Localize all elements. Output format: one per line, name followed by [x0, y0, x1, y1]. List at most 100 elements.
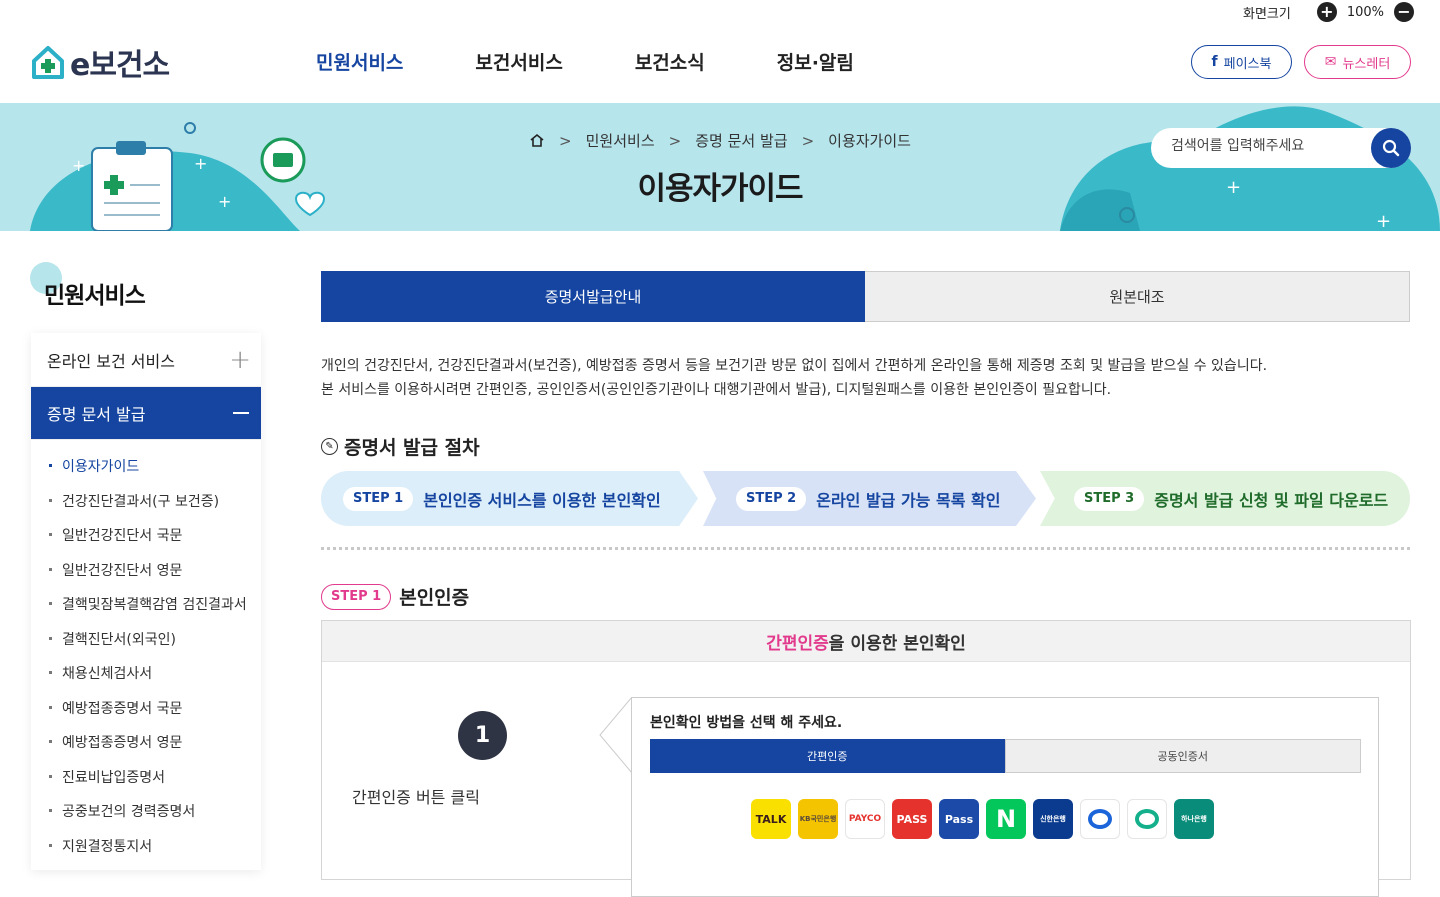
- auth-guide-box: 간편인증 을 이용한 본인확인 1 간편인증 버튼 클릭 본인확인 방법을 선택 …: [321, 620, 1411, 897]
- page-banner: + + + + + > 민원서비스 > 증명 문서 발급 > 이용자가이드 이용…: [0, 103, 1440, 231]
- breadcrumb-separator: >: [668, 131, 682, 150]
- svg-text:+: +: [1376, 211, 1391, 231]
- facebook-button[interactable]: f 페이스북: [1191, 45, 1292, 79]
- logo-text: e보건소: [70, 48, 170, 83]
- sidebar-group-certificates[interactable]: 증명 문서 발급: [31, 387, 261, 440]
- breadcrumb-separator: >: [801, 131, 815, 150]
- auth-guide-header: 간편인증 을 이용한 본인확인: [322, 621, 1410, 662]
- step-badge: STEP 1: [343, 486, 414, 511]
- step-badge: STEP 2: [736, 486, 807, 511]
- sidebar-item-label: 예방접종증명서 영문: [62, 735, 183, 751]
- panel-pointer: [599, 697, 633, 774]
- search-box: [1151, 128, 1411, 168]
- mail-icon: ✉: [1324, 54, 1337, 70]
- instruction-text: 간편인증 버튼 클릭: [352, 788, 480, 807]
- sidebar-title: 민원서비스: [44, 283, 146, 309]
- site-logo[interactable]: e보건소: [30, 40, 170, 84]
- sidebar-item[interactable]: 진료비납입증명서: [31, 767, 261, 802]
- intro-text: 개인의 건강진단서, 건강진단결과서(보건증), 예방접종 증명서 등을 보건기…: [321, 354, 1267, 402]
- page-title: 이용자가이드: [637, 171, 803, 207]
- nav-civil-service[interactable]: 민원서비스: [316, 48, 403, 75]
- sidebar-item[interactable]: 결핵진단서(외국인): [31, 629, 261, 664]
- zoom-value: 100%: [1346, 4, 1384, 20]
- facebook-icon: f: [1211, 54, 1218, 70]
- naver-icon[interactable]: N: [986, 799, 1026, 839]
- newsletter-button[interactable]: ✉ 뉴스레터: [1304, 45, 1411, 79]
- sidebar-item[interactable]: 일반건강진단서 국문: [31, 525, 261, 560]
- bullet-icon: [49, 464, 52, 467]
- auth-app-list: TALK KB국민은행 PAYCO PASS Pass N 신한은행 하나은행: [751, 799, 1214, 839]
- step-2: STEP 2 온라인 발급 가능 목록 확인: [703, 471, 1036, 526]
- sidebar-item[interactable]: 예방접종증명서 영문: [31, 732, 261, 767]
- sidebar-group-online-health[interactable]: 온라인 보건 서비스 +: [31, 333, 261, 387]
- tab-joint-cert[interactable]: 공동인증서: [1004, 739, 1361, 773]
- sidebar-item[interactable]: 공중보건의 경력증명서: [31, 801, 261, 836]
- sidebar-group-label: 증명 문서 발급: [47, 405, 146, 424]
- pass-icon[interactable]: PASS: [892, 799, 932, 839]
- bullet-icon: [49, 636, 52, 640]
- zoom-controls: 화면크기 + 100% −: [1243, 0, 1414, 24]
- divider: [321, 547, 1410, 550]
- procedure-steps: STEP 1 본인인증 서비스를 이용한 본인확인 STEP 2 온라인 발급 …: [321, 471, 1410, 526]
- sidebar-item-label: 건강진단결과서(구 보건증): [62, 493, 220, 510]
- panel-tabs: 간편인증 공동인증서: [650, 739, 1361, 773]
- home-icon[interactable]: [529, 133, 545, 148]
- step1-title: 본인인증: [399, 587, 470, 609]
- bullet-icon: [49, 843, 52, 847]
- green-app-icon[interactable]: [1127, 799, 1167, 839]
- tab-simple-auth[interactable]: 간편인증: [650, 739, 1005, 773]
- sidebar-item-label: 이용자가이드: [62, 459, 140, 475]
- sidebar-item[interactable]: 채용신체검사서: [31, 663, 261, 698]
- sidebar-item[interactable]: 예방접종증명서 국문: [31, 698, 261, 733]
- tab-certificate-guide[interactable]: 증명서발급안내: [321, 271, 865, 322]
- screen-size-label: 화면크기: [1242, 6, 1291, 22]
- breadcrumb-item[interactable]: 이용자가이드: [828, 130, 911, 151]
- bullet-icon: [49, 774, 52, 778]
- search-input[interactable]: [1171, 138, 1361, 154]
- shinhan-icon[interactable]: 신한은행: [1033, 799, 1073, 839]
- bullet-icon: [49, 498, 52, 502]
- sidebar-item[interactable]: 일반건강진단서 영문: [31, 560, 261, 595]
- highlight-text: 간편인증: [766, 633, 829, 654]
- sidebar-submenu: 이용자가이드 건강진단결과서(구 보건증) 일반건강진단서 국문 일반건강진단서…: [31, 440, 261, 870]
- nav-health-news[interactable]: 보건소식: [635, 48, 705, 75]
- payco-icon[interactable]: PAYCO: [845, 799, 885, 839]
- bullet-icon: [49, 533, 52, 536]
- sidebar-item-user-guide[interactable]: 이용자가이드: [31, 456, 261, 491]
- hana-icon[interactable]: 하나은행: [1174, 799, 1214, 839]
- kb-icon[interactable]: KB국민은행: [798, 799, 838, 839]
- step-number-badge: 1: [458, 711, 507, 760]
- tab-original-verify[interactable]: 원본대조: [865, 271, 1410, 322]
- zoom-in-button[interactable]: +: [1316, 2, 1337, 22]
- plus-icon: +: [229, 344, 251, 375]
- search-icon: [1382, 139, 1400, 157]
- sidebar-menu: 온라인 보건 서비스 + 증명 문서 발급 이용자가이드 건강진단결과서(구 보…: [31, 333, 261, 870]
- zoom-out-button[interactable]: −: [1394, 2, 1414, 22]
- toss-icon[interactable]: [1080, 799, 1120, 839]
- nav-info-notice[interactable]: 정보·알림: [777, 48, 854, 75]
- step-badge: STEP 3: [1074, 486, 1145, 511]
- intro-line: 본 서비스를 이용하시려면 간편인증, 공인인증서(공인인증기관이나 대행기관에…: [321, 382, 1112, 398]
- content-tabs: 증명서발급안내 원본대조: [321, 271, 1410, 322]
- breadcrumb-separator: >: [559, 131, 572, 150]
- bullet-icon: [49, 567, 52, 571]
- sidebar-item-label: 결핵진단서(외국인): [62, 631, 176, 648]
- nav-health-service[interactable]: 보건서비스: [475, 48, 562, 75]
- sidebar-item[interactable]: 건강진단결과서(구 보건증): [31, 491, 261, 526]
- newsletter-label: 뉴스레터: [1342, 56, 1391, 72]
- breadcrumb-item[interactable]: 민원서비스: [586, 130, 655, 151]
- kakao-talk-icon[interactable]: TALK: [751, 799, 791, 839]
- sidebar-item[interactable]: 지원결정통지서: [31, 836, 261, 871]
- bullet-icon: [49, 602, 52, 605]
- sidebar-item-label: 일반건강진단서 영문: [62, 562, 183, 579]
- facebook-label: 페이스북: [1223, 56, 1272, 72]
- sidebar-item-label: 일반건강진단서 국문: [62, 528, 183, 544]
- procedure-heading: ✎ 증명서 발급 절차: [321, 433, 480, 460]
- search-button[interactable]: [1371, 128, 1411, 168]
- bullet-icon: [49, 671, 52, 674]
- breadcrumb-item[interactable]: 증명 문서 발급: [695, 130, 787, 151]
- samsung-pass-icon[interactable]: Pass: [939, 799, 979, 839]
- sidebar-item[interactable]: 결핵및잠복결핵감염 검진결과서: [31, 594, 261, 629]
- bullet-icon: [49, 809, 52, 812]
- bullet-icon: [49, 740, 52, 743]
